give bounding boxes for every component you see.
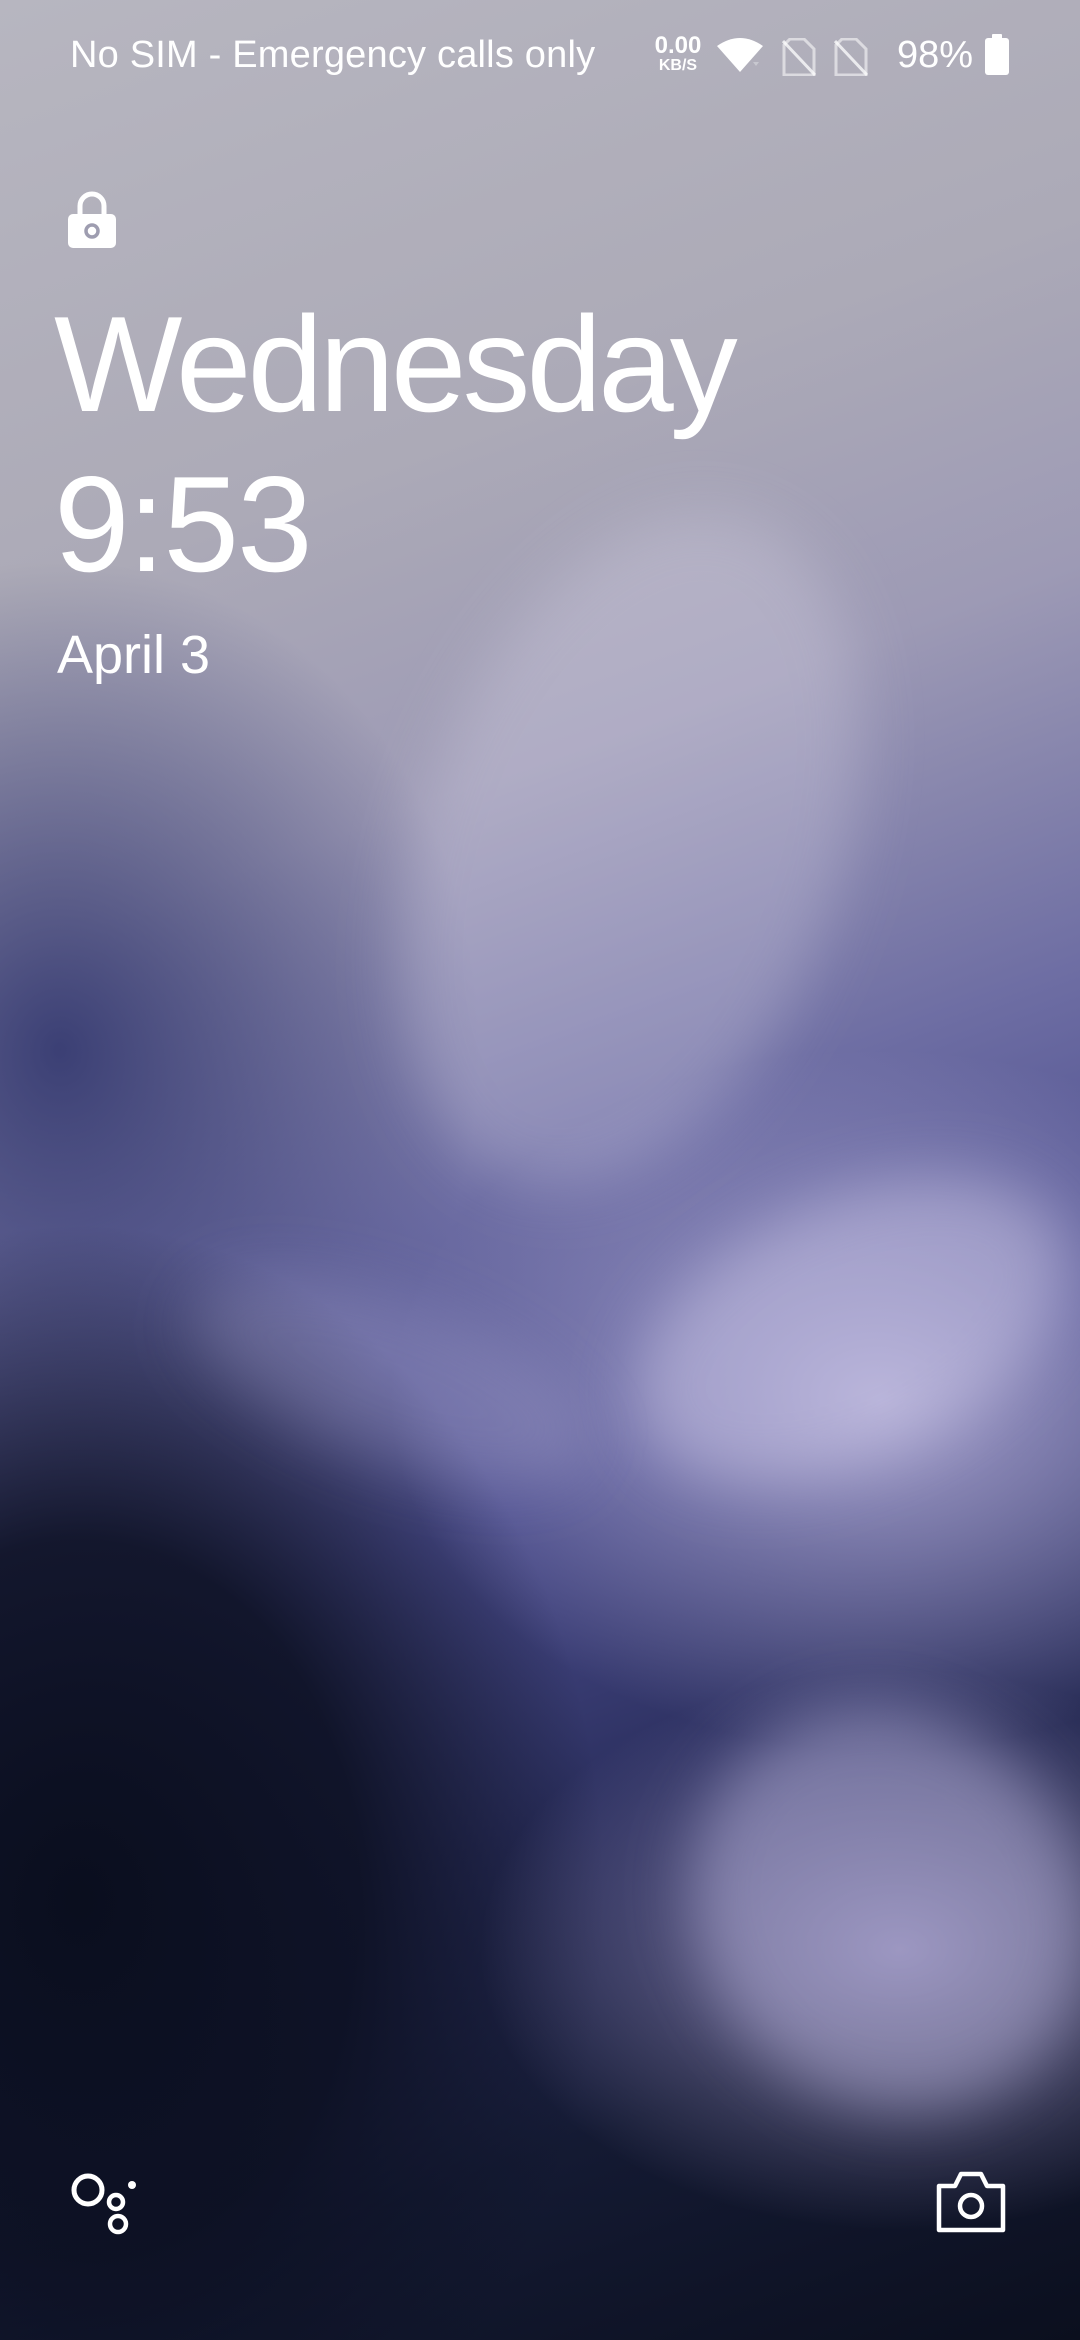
battery-percent: 98% [897,34,974,76]
date-label: April 3 [57,625,211,685]
lock-icon[interactable] [66,190,118,250]
wallpaper-wisp [609,1627,1080,2193]
no-sim-icon [834,38,868,76]
camera-icon[interactable] [935,2168,1007,2234]
lock-screen[interactable]: No SIM - Emergency calls only 0.00 KB/S … [0,0,1080,2340]
wallpaper-wisp [312,449,948,1251]
day-of-week: Wednesday [54,288,738,440]
wallpaper-wisp [165,1233,615,1527]
carrier-status: No SIM - Emergency calls only [70,34,596,76]
wallpaper-wisp [586,1114,1080,1546]
clock-time: 9:53 [54,448,313,600]
wifi-icon [717,38,763,72]
battery-icon [985,34,1009,75]
network-speed-unit: KB/S [658,57,698,74]
no-sim-icon [782,38,816,76]
network-speed: 0.00 KB/S [650,34,706,74]
google-assistant-icon[interactable] [70,2170,140,2240]
status-bar[interactable]: No SIM - Emergency calls only 0.00 KB/S … [0,0,1080,110]
network-speed-value: 0.00 [654,32,702,59]
